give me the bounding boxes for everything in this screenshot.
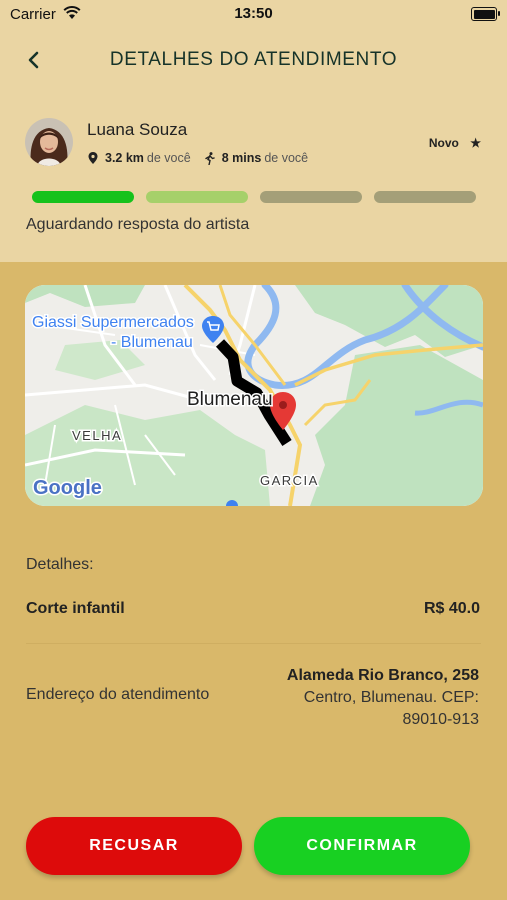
service-price: R$ 40.0: [423, 600, 480, 617]
walking-icon: [205, 151, 215, 165]
confirm-button[interactable]: CONFIRMAR: [254, 817, 470, 875]
service-name: Corte infantil: [26, 600, 125, 617]
city-label: Blumenau: [187, 389, 273, 410]
address-line2: Centro, Blumenau. CEP:: [303, 689, 479, 706]
address-block: Alameda Rio Branco, 258 Centro, Blumenau…: [239, 665, 479, 731]
artist-meta: 3.2 km de você 8 mins de você: [88, 151, 308, 165]
address-street: Alameda Rio Branco, 258: [286, 667, 479, 684]
district-label: GARCIA: [260, 473, 319, 488]
location-pin-icon: [88, 152, 98, 164]
clock: 13:50: [234, 5, 273, 22]
avatar: [25, 118, 73, 166]
progress-step-4: [374, 191, 476, 203]
map-view[interactable]: Giassi Supermercados - Blumenau Blumenau…: [25, 285, 483, 506]
star-icon: ★: [470, 136, 481, 150]
progress-step-3: [260, 191, 362, 203]
address-line3: 89010-913: [402, 711, 479, 728]
status-text: Aguardando resposta do artista: [26, 216, 250, 233]
artist-name: Luana Souza: [87, 120, 188, 139]
time-suffix: de você: [264, 151, 309, 165]
rating: Novo ★: [429, 136, 481, 150]
district-label: VELHA: [72, 428, 122, 443]
divider: [26, 643, 481, 644]
battery-icon: [471, 7, 500, 21]
details-label: Detalhes:: [26, 556, 94, 573]
decline-button[interactable]: RECUSAR: [26, 817, 242, 875]
poi-label: Giassi Supermercados: [32, 314, 194, 331]
google-logo: Google: [33, 477, 102, 499]
progress-step-2: [146, 191, 248, 203]
status-bar: Carrier 13:50: [0, 0, 507, 28]
status-progress: [32, 191, 476, 203]
progress-step-1: [32, 191, 134, 203]
distance-suffix: de você: [146, 151, 191, 165]
time-value: 8 mins: [221, 151, 262, 165]
poi-label-line2: - Blumenau: [111, 334, 193, 351]
address-label: Endereço do atendimento: [26, 686, 210, 703]
rating-label: Novo: [428, 136, 459, 150]
page-title: DETALHES DO ATENDIMENTO: [109, 49, 398, 70]
distance-value: 3.2 km: [105, 151, 144, 165]
